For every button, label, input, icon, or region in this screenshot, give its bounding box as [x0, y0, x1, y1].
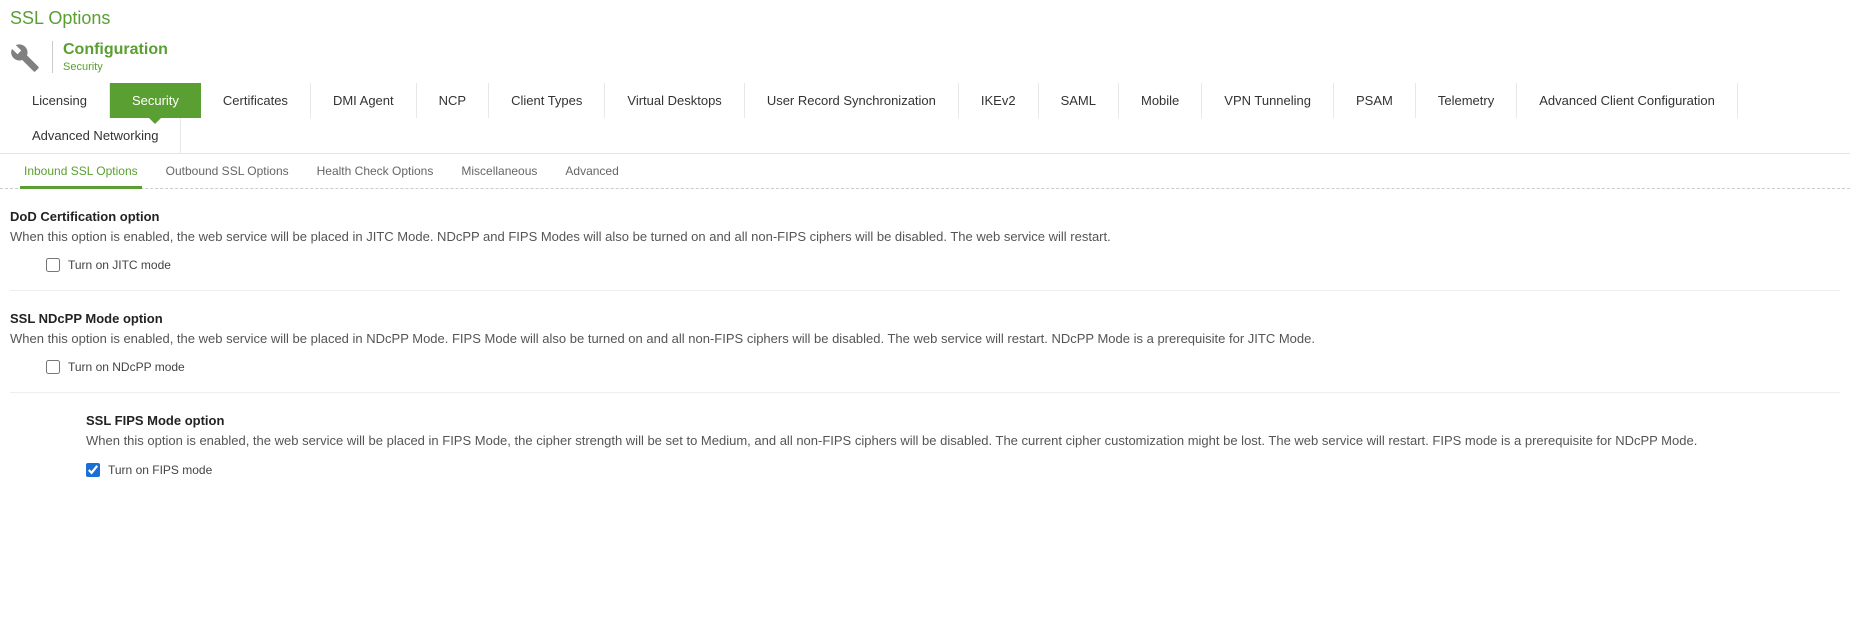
- section-heading-fips: SSL FIPS Mode option: [86, 413, 1840, 428]
- wrench-icon: [10, 43, 40, 73]
- tab-virtual-desktops[interactable]: Virtual Desktops: [605, 83, 744, 118]
- tab-saml[interactable]: SAML: [1039, 83, 1119, 118]
- section-desc-dod: When this option is enabled, the web ser…: [10, 228, 1840, 246]
- section-desc-ndcpp: When this option is enabled, the web ser…: [10, 330, 1840, 348]
- tab-licensing[interactable]: Licensing: [10, 83, 110, 118]
- checkbox-label-fips[interactable]: Turn on FIPS mode: [108, 463, 212, 477]
- checkbox-label-ndcpp[interactable]: Turn on NDcPP mode: [68, 360, 185, 374]
- header-subtitle: Security: [63, 61, 168, 73]
- page-title: SSL Options: [0, 0, 1850, 41]
- subtab-advanced[interactable]: Advanced: [551, 154, 632, 188]
- subtab-inbound-ssl-options[interactable]: Inbound SSL Options: [10, 154, 152, 188]
- section-desc-fips: When this option is enabled, the web ser…: [86, 432, 1840, 450]
- section-dod: DoD Certification option When this optio…: [10, 189, 1840, 291]
- header: Configuration Security: [0, 41, 1850, 83]
- primary-tabs: LicensingSecurityCertificatesDMI AgentNC…: [0, 83, 1850, 154]
- section-fips: SSL FIPS Mode option When this option is…: [10, 393, 1840, 494]
- tab-user-record-synchronization[interactable]: User Record Synchronization: [745, 83, 959, 118]
- tab-advanced-client-configuration[interactable]: Advanced Client Configuration: [1517, 83, 1738, 118]
- checkbox-ndcpp-mode[interactable]: [46, 360, 60, 374]
- tab-ikev2[interactable]: IKEv2: [959, 83, 1039, 118]
- header-title: Configuration: [63, 41, 168, 59]
- tab-security[interactable]: Security: [110, 83, 201, 118]
- checkbox-fips-mode[interactable]: [86, 463, 100, 477]
- subtab-miscellaneous[interactable]: Miscellaneous: [447, 154, 551, 188]
- tab-client-types[interactable]: Client Types: [489, 83, 605, 118]
- tab-telemetry[interactable]: Telemetry: [1416, 83, 1517, 118]
- tab-certificates[interactable]: Certificates: [201, 83, 311, 118]
- tab-psam[interactable]: PSAM: [1334, 83, 1416, 118]
- subtab-health-check-options[interactable]: Health Check Options: [303, 154, 448, 188]
- tab-ncp[interactable]: NCP: [417, 83, 489, 118]
- checkbox-label-jitc[interactable]: Turn on JITC mode: [68, 258, 171, 272]
- section-heading-dod: DoD Certification option: [10, 209, 1840, 224]
- tab-advanced-networking[interactable]: Advanced Networking: [10, 118, 181, 153]
- tab-dmi-agent[interactable]: DMI Agent: [311, 83, 417, 118]
- tab-mobile[interactable]: Mobile: [1119, 83, 1202, 118]
- section-heading-ndcpp: SSL NDcPP Mode option: [10, 311, 1840, 326]
- content: DoD Certification option When this optio…: [0, 189, 1850, 495]
- section-ndcpp: SSL NDcPP Mode option When this option i…: [10, 291, 1840, 393]
- tab-vpn-tunneling[interactable]: VPN Tunneling: [1202, 83, 1334, 118]
- sub-tabs: Inbound SSL OptionsOutbound SSL OptionsH…: [0, 154, 1850, 189]
- checkbox-jitc-mode[interactable]: [46, 258, 60, 272]
- subtab-outbound-ssl-options[interactable]: Outbound SSL Options: [152, 154, 303, 188]
